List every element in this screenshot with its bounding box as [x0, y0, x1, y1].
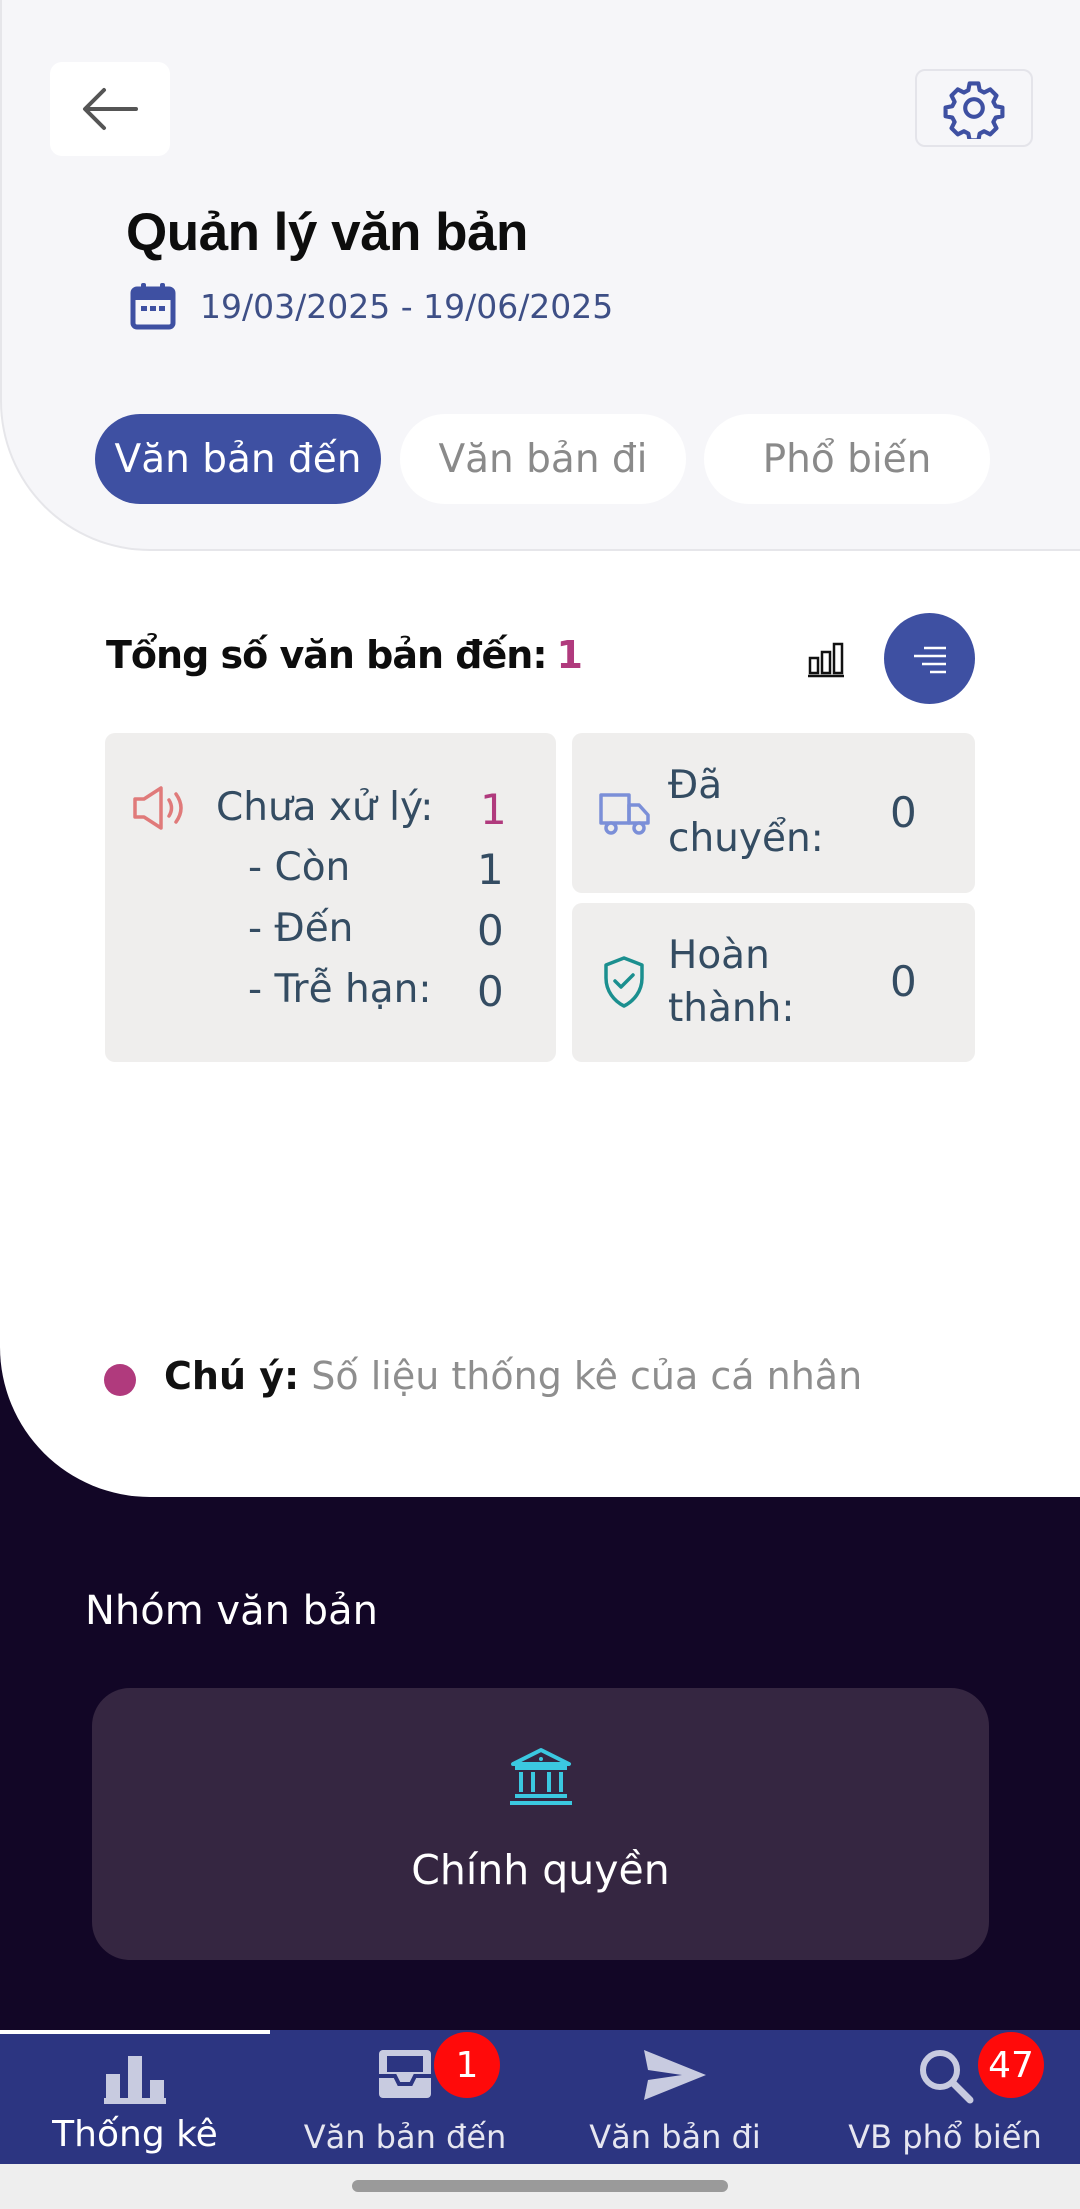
- note-label: Chú ý:: [164, 1354, 300, 1398]
- list-icon: [913, 646, 946, 673]
- calendar-icon: [130, 283, 176, 330]
- nav-item-van-ban-den[interactable]: 1 Văn bản đến: [270, 2030, 540, 2164]
- home-indicator[interactable]: [352, 2180, 728, 2192]
- completed-card[interactable]: Hoàn thành: 0: [572, 903, 975, 1062]
- completed-label-line2: thành:: [668, 986, 795, 1031]
- tab-pho-bien[interactable]: Phổ biến: [704, 414, 990, 504]
- nav-badge-van-ban-den: 1: [434, 2032, 500, 2098]
- nav-item-van-ban-di[interactable]: Văn bản đi: [540, 2030, 810, 2164]
- megaphone-icon: [133, 786, 183, 830]
- back-button[interactable]: [50, 62, 170, 156]
- page-title: Quản lý văn bản: [126, 203, 528, 262]
- group-card-label: Chính quyền: [411, 1846, 670, 1894]
- pending-card[interactable]: Chưa xử lý: 1 - Còn 1 - Đến 0 - Trễ hạn:…: [105, 733, 556, 1062]
- completed-value: 0: [890, 957, 917, 1006]
- send-icon: [644, 2050, 706, 2100]
- transferred-value: 0: [890, 788, 917, 837]
- arrow-left-icon: [83, 88, 138, 130]
- nav-badge-vb-pho-bien: 47: [978, 2032, 1044, 2098]
- group-section-title: Nhóm văn bản: [85, 1588, 378, 1634]
- due-label: - Đến: [248, 906, 354, 951]
- total-value: 1: [556, 633, 583, 677]
- total-label: Tổng số văn bản đến:: [106, 633, 548, 677]
- system-gesture-area: [0, 2164, 1080, 2209]
- overdue-value: 0: [477, 967, 504, 1016]
- nav-label-vb-pho-bien: VB phổ biến: [848, 2118, 1042, 2156]
- transferred-label-line1: Đã: [668, 763, 723, 808]
- completed-label-line1: Hoàn: [668, 933, 770, 978]
- overdue-label: - Trễ hạn:: [248, 967, 432, 1012]
- bottom-nav: Thống kê 1 Văn bản đến Văn bản đi 47 VB …: [0, 2030, 1080, 2164]
- settings-button[interactable]: [915, 69, 1033, 147]
- bar-chart-view-icon[interactable]: [808, 638, 844, 678]
- header: Quản lý văn bản 19/03/2025 - 19/06/2025 …: [0, 0, 1080, 551]
- gear-icon: [943, 81, 1005, 139]
- transferred-card[interactable]: Đã chuyển: 0: [572, 733, 975, 893]
- due-value: 0: [477, 906, 504, 955]
- total-summary: Tổng số văn bản đến: 1: [106, 633, 583, 677]
- nav-item-thong-ke[interactable]: Thống kê: [0, 2030, 270, 2164]
- note-dot: [104, 1364, 136, 1396]
- truck-icon: [599, 793, 650, 835]
- note-text: Số liệu thống kê của cá nhân: [299, 1354, 863, 1398]
- nav-label-van-ban-den: Văn bản đến: [303, 2118, 507, 2156]
- pending-label: Chưa xử lý:: [216, 785, 434, 830]
- bar-chart-icon: [104, 2056, 166, 2104]
- transferred-label-line2: chuyển:: [668, 816, 824, 861]
- nav-item-vb-pho-bien[interactable]: 47 VB phổ biến: [810, 2030, 1080, 2164]
- tab-van-ban-den[interactable]: Văn bản đến: [95, 414, 381, 504]
- date-range-row[interactable]: 19/03/2025 - 19/06/2025: [130, 282, 613, 330]
- inbox-icon: [379, 2050, 431, 2098]
- date-range-text: 19/03/2025 - 19/06/2025: [200, 286, 614, 326]
- tab-van-ban-di[interactable]: Văn bản đi: [400, 414, 686, 504]
- pending-value: 1: [480, 785, 507, 834]
- group-card-chinh-quyen[interactable]: Chính quyền: [92, 1688, 989, 1960]
- list-view-button[interactable]: [884, 613, 975, 704]
- nav-label-thong-ke: Thống kê: [52, 2114, 218, 2155]
- note: Chú ý: Số liệu thống kê của cá nhân: [164, 1354, 862, 1398]
- government-building-icon: [510, 1748, 572, 1805]
- nav-label-van-ban-di: Văn bản đi: [589, 2118, 761, 2156]
- search-icon: [920, 2050, 974, 2104]
- remaining-label: - Còn: [248, 845, 351, 890]
- shield-check-icon: [604, 956, 644, 1008]
- remaining-value: 1: [477, 845, 504, 894]
